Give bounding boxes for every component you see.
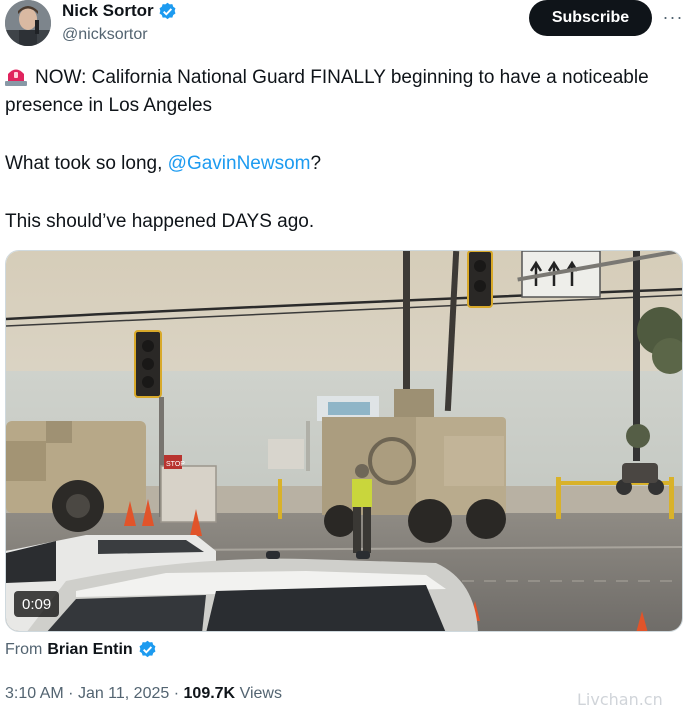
video-player[interactable]: STOP <box>5 250 683 632</box>
tweet-time[interactable]: 3:10 AM <box>5 685 64 702</box>
more-options-icon[interactable]: ··· <box>660 4 686 30</box>
attribution-prefix: From <box>5 640 43 658</box>
views-count: 109.7K <box>183 685 236 702</box>
author-name-row[interactable]: Nick Sortor <box>62 1 177 21</box>
tweet-line-2-prefix: What took so long, <box>5 153 168 174</box>
verified-badge-icon <box>159 2 176 19</box>
attribution-name[interactable]: Brian Entin <box>47 641 132 659</box>
author-avatar[interactable] <box>5 0 51 46</box>
subscribe-button[interactable]: Subscribe <box>529 0 652 36</box>
tweet-date[interactable]: Jan 11, 2025 <box>78 685 169 702</box>
author-name[interactable]: Nick Sortor <box>62 1 154 21</box>
tweet-line-2: What took so long, @GavinNewsom? <box>5 150 665 178</box>
profile-photo <box>5 0 51 46</box>
video-thumbnail: STOP <box>6 251 682 631</box>
rotating-light-icon <box>5 69 27 86</box>
verified-badge-icon <box>139 640 156 658</box>
tweet-meta: 3:10 AM · Jan 11, 2025 · 109.7K Views <box>5 685 282 703</box>
views-label: Views <box>239 685 282 702</box>
mention-link[interactable]: @GavinNewsom <box>168 153 311 174</box>
watermark: Livchan.cn <box>577 690 663 709</box>
tweet-text: NOW: California National Guard FINALLY b… <box>5 64 665 236</box>
author-handle[interactable]: @nicksortor <box>62 26 148 44</box>
tweet-line-3: This should’ve happened DAYS ago. <box>5 211 315 232</box>
tweet-line-1: NOW: California National Guard FINALLY b… <box>5 64 665 120</box>
video-duration-badge: 0:09 <box>14 591 60 617</box>
tweet-line-1-text: NOW: California National Guard FINALLY b… <box>5 67 649 116</box>
stop-sign-text: STOP <box>166 461 185 468</box>
tweet-line-2-suffix: ? <box>310 153 322 174</box>
meta-separator: · <box>173 685 180 702</box>
video-attribution: From Brian Entin <box>5 640 157 659</box>
meta-separator: · <box>68 685 74 702</box>
